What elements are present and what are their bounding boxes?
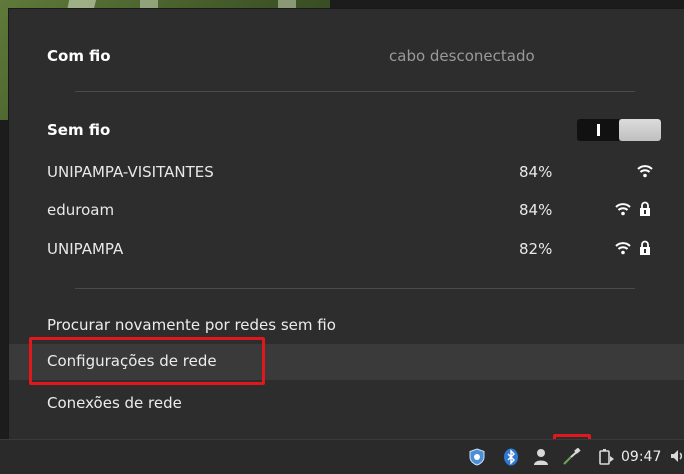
wifi-signal-icon	[615, 242, 631, 255]
wired-section-title: Com fio	[47, 47, 111, 65]
wired-status: cabo desconectado	[389, 47, 535, 65]
annotation-highlight-settings	[29, 337, 265, 385]
wifi-signal-icon	[615, 203, 631, 216]
lock-icon	[640, 201, 650, 216]
wireless-section-title: Sem fio	[47, 121, 111, 139]
separator	[75, 91, 635, 92]
user-icon[interactable]	[533, 448, 549, 466]
network-cable-icon[interactable]	[562, 448, 582, 466]
volume-icon[interactable]	[670, 448, 684, 464]
signal-strength: 82%	[519, 240, 553, 258]
taskbar: 09:47	[0, 439, 684, 474]
bluetooth-icon[interactable]	[503, 448, 519, 466]
network-connections-item[interactable]: Conexões de rede	[9, 386, 684, 422]
shield-icon[interactable]	[468, 448, 486, 466]
signal-strength: 84%	[519, 163, 553, 181]
wifi-network-item[interactable]: UNIPAMPA 82%	[47, 236, 650, 266]
signal-strength: 84%	[519, 201, 553, 219]
wifi-signal-icon	[637, 165, 653, 178]
rescan-wireless-label: Procurar novamente por redes sem fio	[47, 316, 336, 334]
separator	[75, 288, 635, 289]
wifi-network-item[interactable]: eduroam 84%	[47, 197, 650, 227]
network-name: eduroam	[47, 201, 115, 219]
lock-icon	[640, 240, 650, 255]
wifi-network-item[interactable]: UNIPAMPA-VISITANTES 84%	[47, 159, 653, 189]
clock[interactable]: 09:47	[621, 449, 661, 465]
battery-icon[interactable]	[597, 448, 615, 466]
network-connections-label: Conexões de rede	[47, 394, 182, 412]
network-name: UNIPAMPA	[47, 240, 124, 258]
wireless-toggle-switch[interactable]	[577, 119, 661, 141]
network-name: UNIPAMPA-VISITANTES	[47, 163, 214, 181]
